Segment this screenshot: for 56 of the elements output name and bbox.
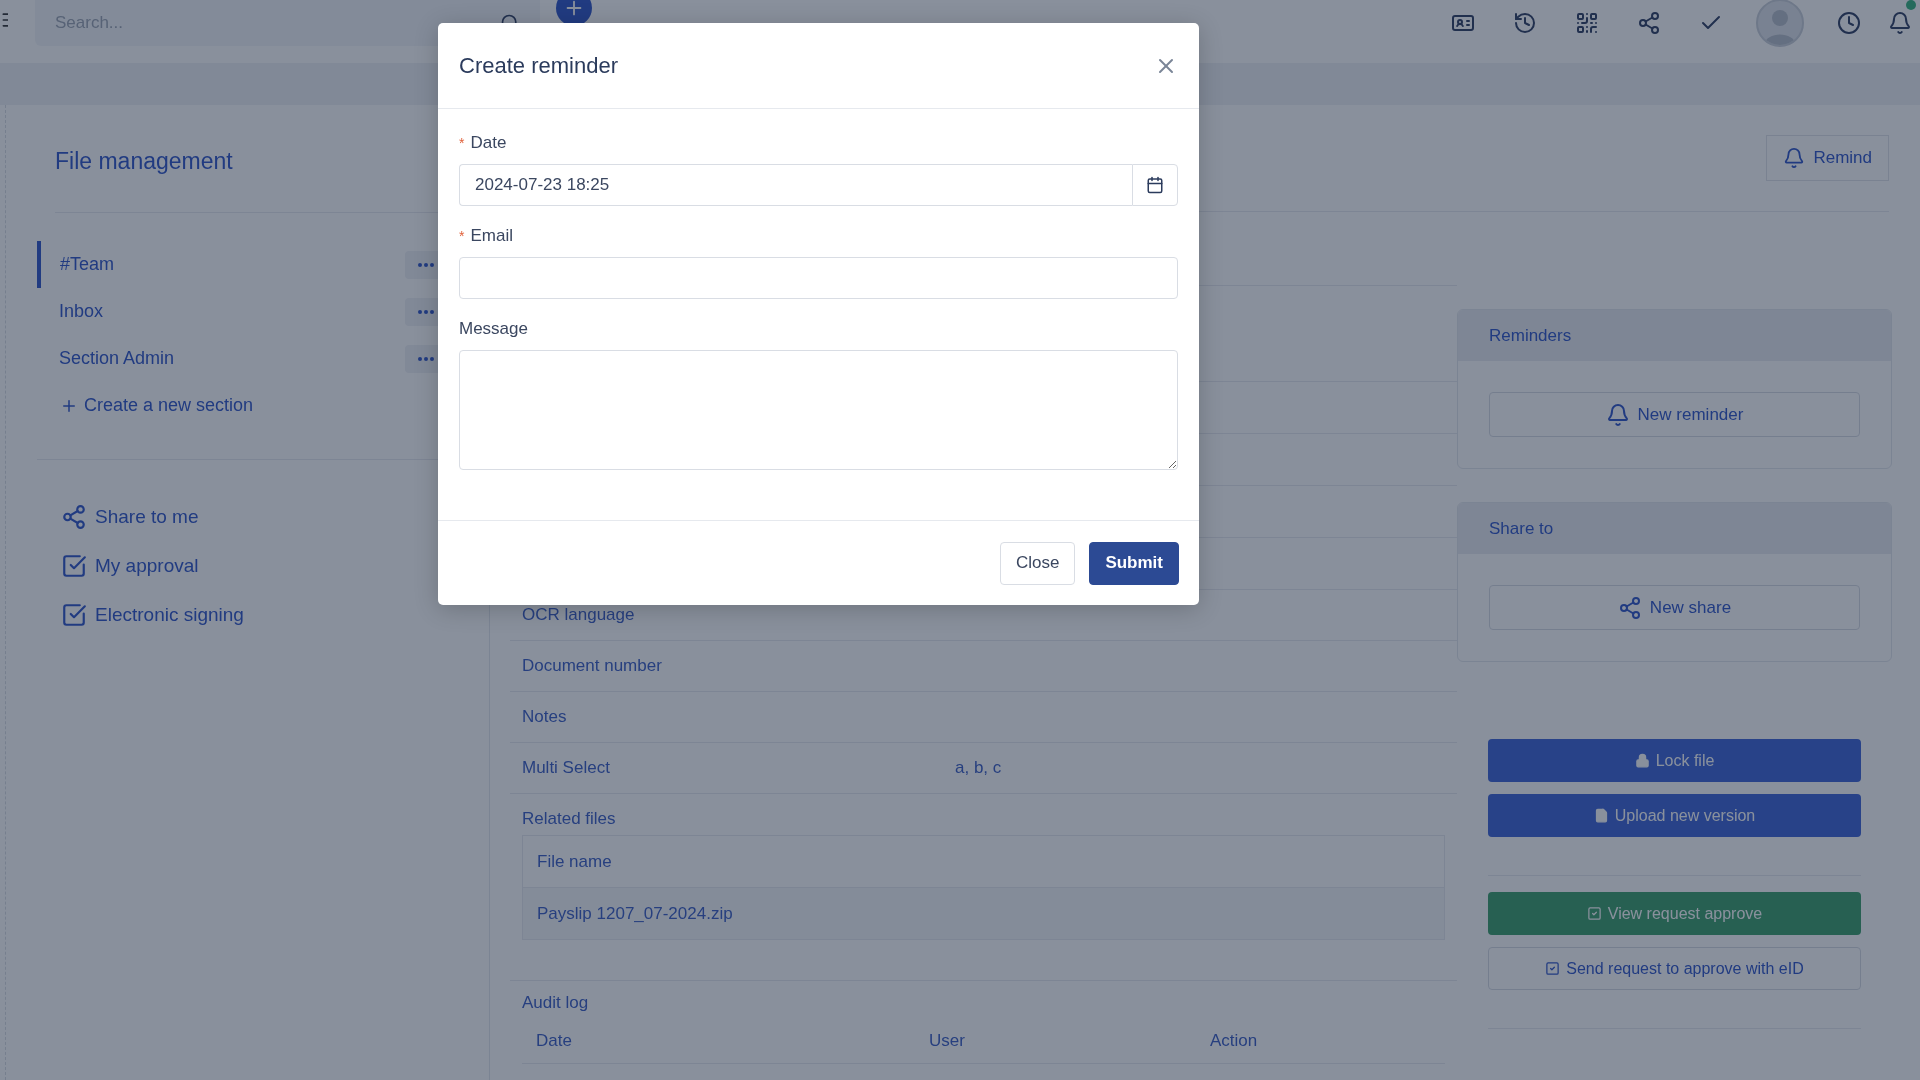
sidebar-link[interactable]: My approval	[61, 541, 489, 590]
file-icon	[1593, 808, 1609, 823]
calendar-icon	[1146, 176, 1164, 194]
checkbox-icon	[1545, 961, 1561, 976]
action-button[interactable]: Lock file	[1488, 739, 1861, 782]
calendar-button[interactable]	[1132, 164, 1178, 206]
submit-button[interactable]: Submit	[1089, 541, 1179, 585]
section-title: Audit log	[521, 992, 590, 1014]
message-field[interactable]	[459, 350, 1178, 470]
bell-icon[interactable]	[1888, 11, 1912, 35]
notification-badge	[1906, 0, 1916, 10]
checkbox-icon	[61, 601, 87, 628]
file-link[interactable]: Payslip 1207_07-2024.zip	[523, 903, 733, 924]
new-reminder-button[interactable]: New reminder	[1489, 392, 1860, 437]
field-value: a, b, c	[955, 758, 1002, 778]
field-label: Date	[470, 133, 507, 153]
section-item[interactable]: Inbox	[37, 288, 405, 335]
action-button[interactable]: Send request to approve with eID	[1488, 947, 1861, 990]
field-label: Email	[470, 226, 513, 246]
column-header: File name	[536, 851, 612, 872]
share-icon	[61, 503, 87, 530]
new-share-button[interactable]: New share	[1489, 585, 1860, 630]
date-field[interactable]: 2024-07-23 18:25	[459, 164, 1132, 206]
sidebar-link[interactable]: Share to me	[61, 492, 489, 541]
action-button[interactable]: View request approve	[1488, 892, 1861, 935]
dialog-title: Create reminder	[459, 52, 618, 79]
ellipsis-icon	[418, 262, 434, 267]
close-button[interactable]: Close	[999, 541, 1076, 585]
share-icon	[1617, 595, 1642, 620]
bell-icon	[1605, 402, 1630, 427]
create-section-link[interactable]: Create a new section	[60, 382, 489, 429]
field-label: Notes	[522, 707, 568, 727]
column-header: Date	[535, 1031, 573, 1051]
bell-icon	[1783, 147, 1806, 169]
field-label: Document number	[522, 656, 663, 676]
ellipsis-icon	[418, 309, 434, 314]
sidebar-link[interactable]: Electronic signing	[61, 590, 489, 639]
section-item[interactable]: Section Admin	[37, 335, 405, 382]
field-label: Message	[459, 319, 528, 339]
card-title: Share to	[1458, 503, 1891, 554]
checkbox-icon	[61, 552, 87, 579]
remind-button[interactable]: Remind	[1766, 135, 1889, 181]
checkbox-icon	[1586, 906, 1602, 921]
field-label: OCR language	[522, 605, 636, 625]
required-mark: *	[459, 135, 465, 151]
lock-icon	[1634, 753, 1650, 768]
column-header: Action	[1209, 1031, 1259, 1051]
ellipsis-icon	[418, 356, 434, 361]
action-button[interactable]: Upload new version	[1488, 794, 1861, 837]
section-title: Related files	[521, 808, 617, 830]
email-field[interactable]	[459, 257, 1178, 299]
column-header: User	[928, 1031, 966, 1051]
field-label: Multi Select	[522, 758, 611, 778]
add-button[interactable]	[556, 0, 592, 26]
card-title: Reminders	[1458, 310, 1891, 361]
required-mark: *	[459, 228, 465, 244]
